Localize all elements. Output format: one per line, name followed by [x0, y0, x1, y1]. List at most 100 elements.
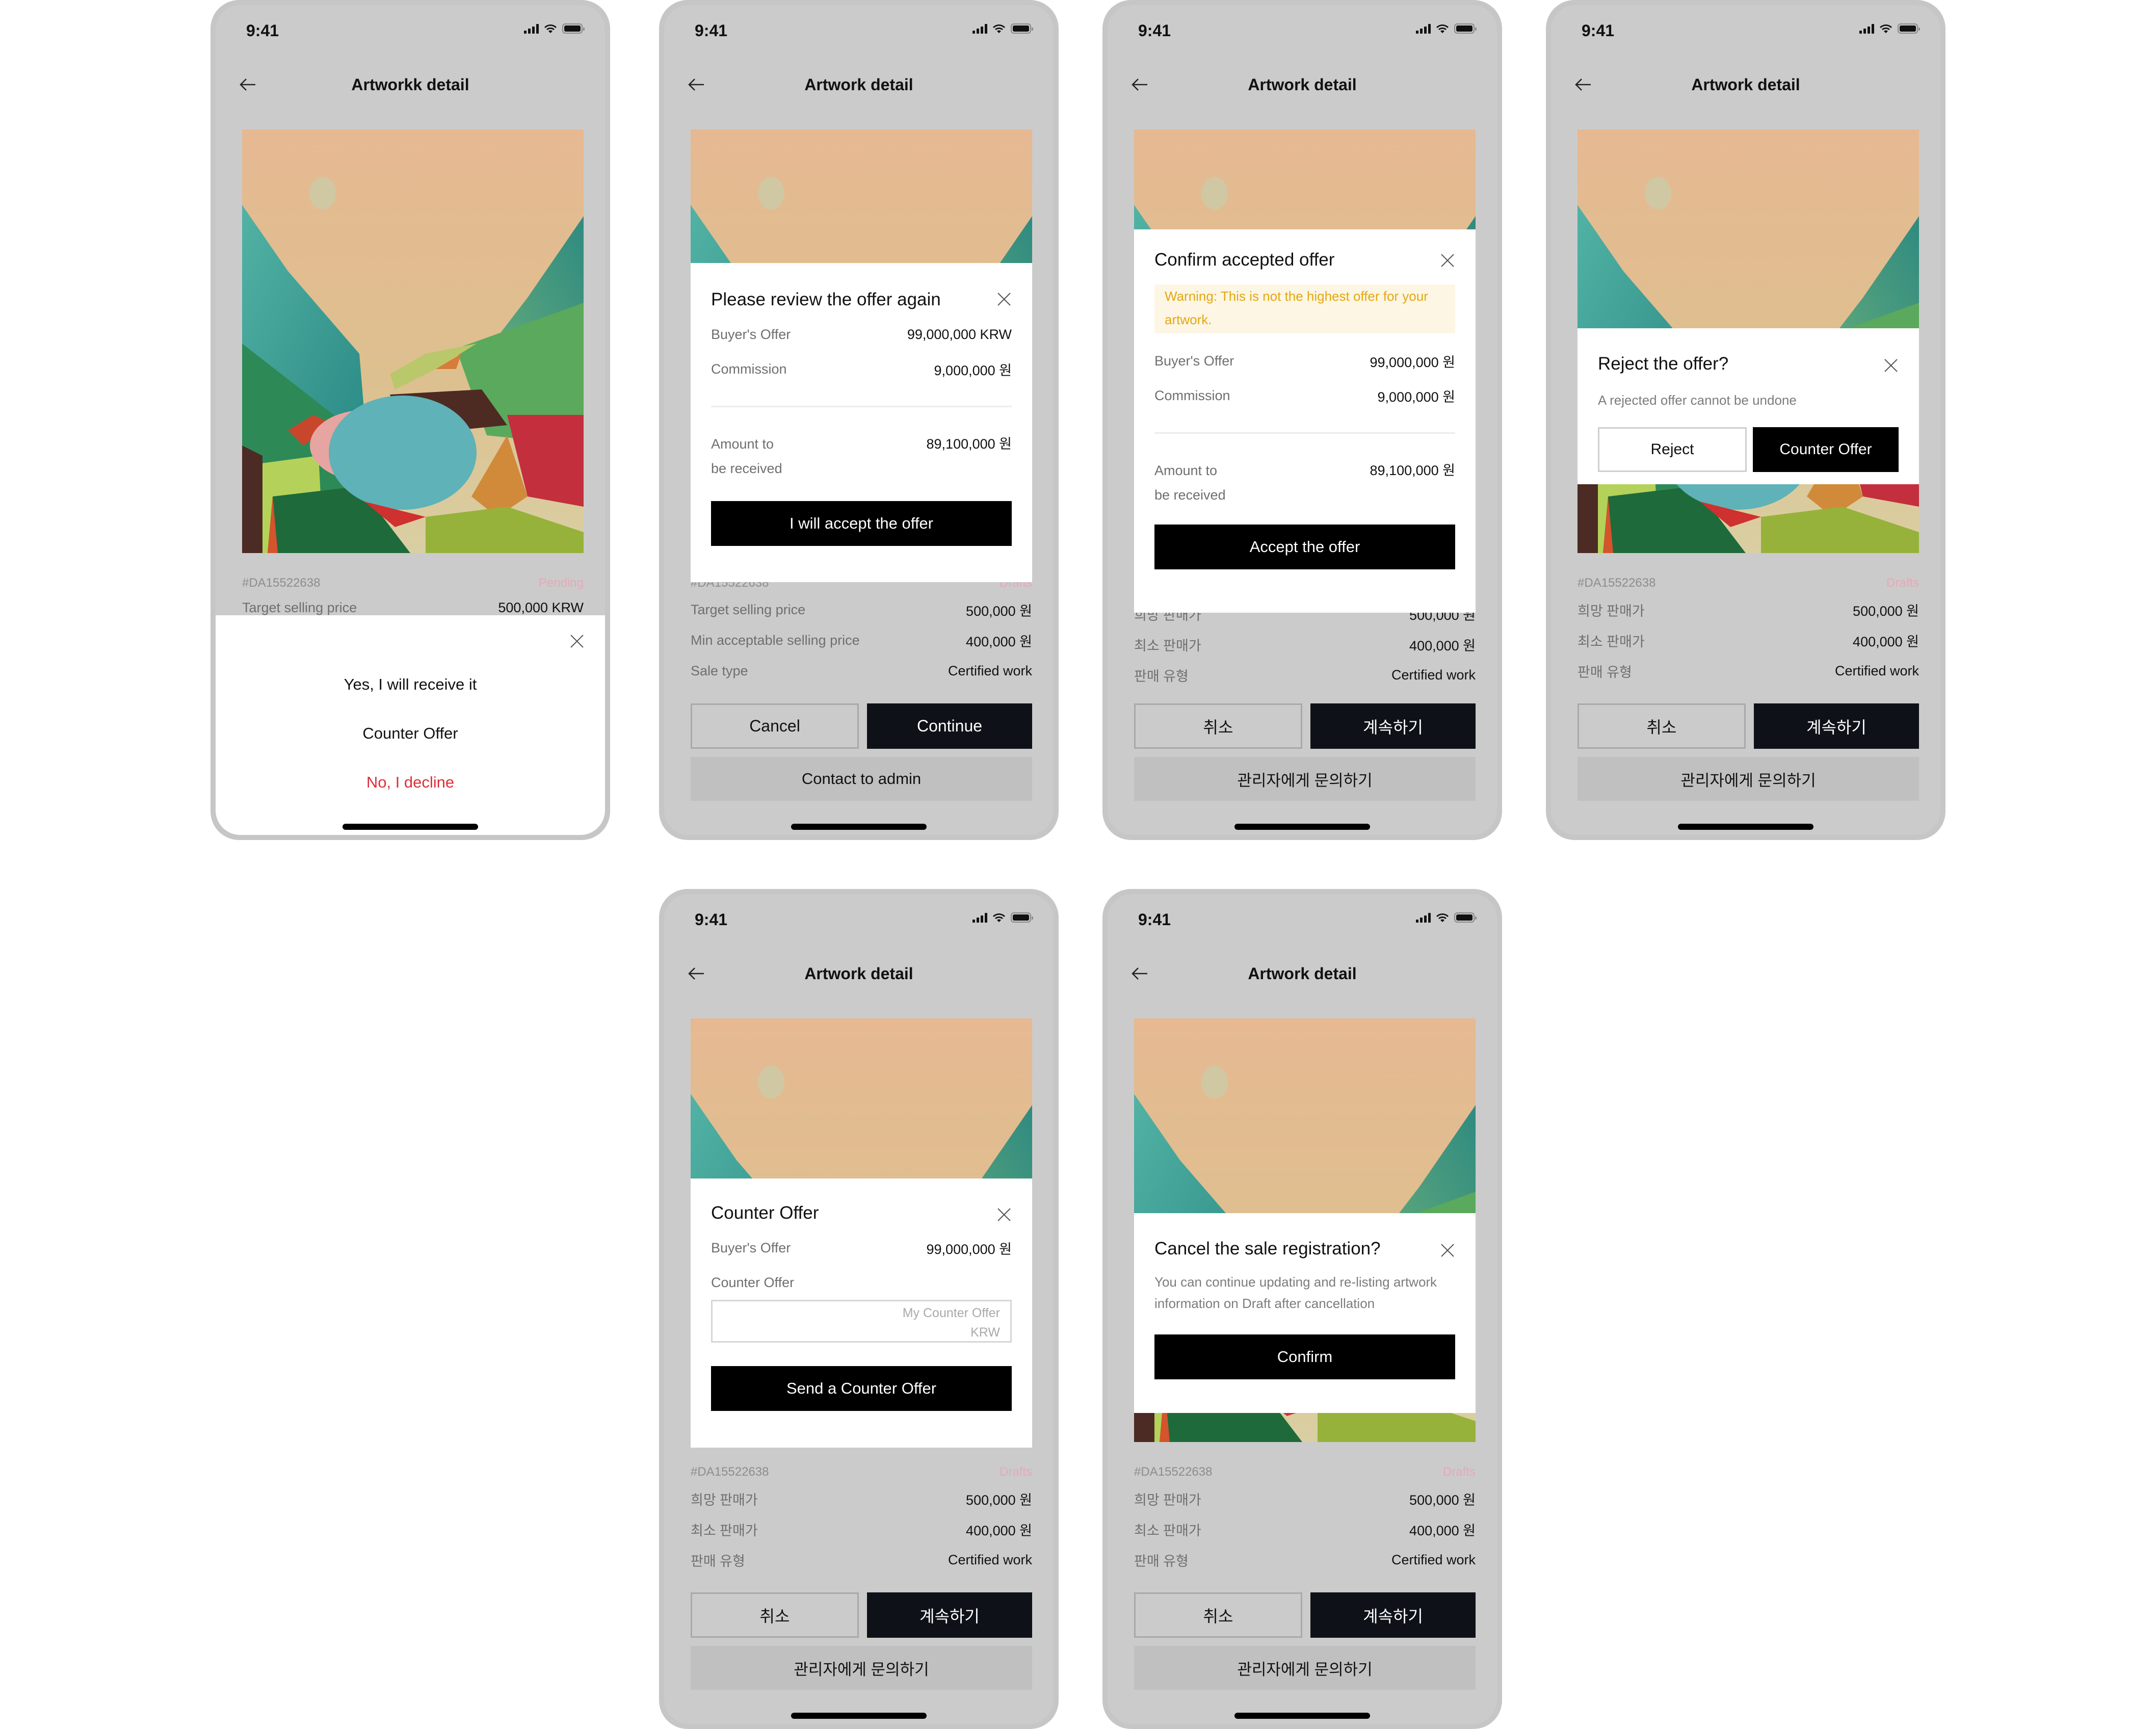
info-label: Sale type [691, 663, 748, 678]
artwork-info: #DA15522638 Drafts 희망 판매가 500,000 원 최소 판매가… [691, 1461, 1032, 1575]
close-icon[interactable] [996, 1207, 1012, 1222]
review-offer-modal: Please review the offer again Buyer's Of… [691, 263, 1032, 582]
amount-label: Amount to [1154, 463, 1218, 478]
status-badge: Drafts [1886, 576, 1919, 590]
counter-offer-input[interactable]: My Counter Offer KRW [711, 1300, 1012, 1343]
signal-icon [1416, 23, 1431, 34]
battery-icon [1011, 23, 1033, 34]
commission-value: 9,000,000 원 [1377, 389, 1455, 405]
phone-screen-cancel-registration: 9:41 Artwork detail #DA15522638 Drafts 희… [1102, 889, 1502, 1729]
info-value: 400,000 원 [1409, 1523, 1476, 1538]
contact-admin-button[interactable]: 관리자에게 문의하기 [691, 1646, 1032, 1690]
divider [1154, 432, 1455, 434]
status-time: 9:41 [246, 21, 279, 40]
status-badge: Pending [538, 576, 584, 590]
offer-value: 99,000,000 KRW [907, 326, 1012, 342]
signal-icon [1859, 23, 1874, 34]
artwork-image [242, 129, 584, 553]
page-title: Artwork detail [1248, 75, 1357, 94]
status-badge: Drafts [1442, 1465, 1476, 1479]
artwork-info: #DA15522638 Drafts 희망 판매가 500,000 원 최소 판매가… [1577, 572, 1919, 686]
modal-title: Please review the offer again [711, 290, 941, 309]
status-time: 9:41 [695, 21, 728, 40]
contact-admin-button[interactable]: 관리자에게 문의하기 [1134, 1646, 1476, 1690]
amount-label: Amount to [711, 436, 774, 452]
signal-icon [524, 23, 539, 34]
info-label: 희망 판매가 [1134, 1492, 1201, 1508]
counter-offer-option[interactable]: Counter Offer [216, 724, 605, 743]
close-icon[interactable] [996, 292, 1012, 307]
cancel-button[interactable]: 취소 [691, 1592, 859, 1638]
home-indicator [791, 1713, 927, 1719]
counter-offer-button[interactable]: Counter Offer [1753, 427, 1899, 472]
cancel-button[interactable]: 취소 [1134, 1592, 1302, 1638]
counter-offer-label: Counter Offer [711, 1274, 795, 1290]
info-label: 최소 판매가 [691, 1523, 758, 1538]
info-value: 500,000 원 [1409, 1492, 1476, 1508]
commission-value: 9,000,000 원 [934, 362, 1012, 378]
amount-label: be received [711, 461, 782, 476]
cancel-button[interactable]: Cancel [691, 703, 859, 749]
continue-button[interactable]: 계속하기 [1310, 1592, 1476, 1638]
accept-offer-option[interactable]: Yes, I will receive it [216, 675, 605, 694]
info-value: Certified work [1391, 1552, 1476, 1567]
close-icon[interactable] [1440, 253, 1455, 268]
modal-title: Counter Offer [711, 1203, 819, 1223]
contact-admin-button[interactable]: 관리자에게 문의하기 [1134, 757, 1476, 801]
artwork-info: #DA15522638 Drafts Target selling price 50… [691, 572, 1032, 686]
close-icon[interactable] [569, 634, 585, 649]
continue-button[interactable]: 계속하기 [867, 1592, 1032, 1638]
warning-banner: Warning: This is not the highest offer f… [1154, 284, 1455, 333]
info-label: Min acceptable selling price [691, 632, 860, 648]
offer-label: Buyer's Offer [1154, 353, 1234, 369]
info-value: 400,000 원 [966, 1523, 1032, 1538]
info-value: Certified work [1834, 663, 1919, 678]
info-value: 400,000 원 [1853, 634, 1919, 649]
phone-screen-confirm-accepted: 9:41 Artwork detail 희망 판매가 500,000 원 최소 … [1102, 0, 1502, 840]
info-value: 400,000 원 [966, 634, 1032, 649]
decline-offer-option[interactable]: No, I decline [216, 773, 605, 792]
continue-button[interactable]: 계속하기 [1310, 703, 1476, 749]
divider [711, 406, 1012, 407]
page-title: Artwork detail [1248, 964, 1357, 983]
signal-icon [972, 23, 987, 34]
reject-button[interactable]: Reject [1598, 427, 1747, 472]
cancel-button[interactable]: 취소 [1577, 703, 1746, 749]
status-icons [1859, 23, 1920, 34]
close-icon[interactable] [1440, 1243, 1455, 1258]
info-label: 최소 판매가 [1134, 1523, 1201, 1538]
info-value: 500,000 원 [1853, 603, 1919, 619]
accept-offer-button[interactable]: Accept the offer [1154, 525, 1455, 569]
commission-label: Commission [711, 361, 787, 377]
page-title: Artworkk detail [351, 75, 469, 94]
close-icon[interactable] [1883, 358, 1899, 373]
status-time: 9:41 [1138, 21, 1171, 40]
contact-admin-button[interactable]: Contact to admin [691, 757, 1032, 801]
info-value: Certified work [1391, 667, 1476, 683]
status-badge: Drafts [999, 1465, 1032, 1479]
counter-offer-placeholder: My Counter Offer [902, 1306, 1000, 1320]
info-label: Target selling price [242, 599, 357, 615]
contact-admin-button[interactable]: 관리자에게 문의하기 [1577, 757, 1919, 801]
phone-screen-offer-options: 9:41 Artworkk detail #DA15522638 Pending… [211, 0, 610, 840]
status-icons [1416, 23, 1477, 34]
confirm-button[interactable]: Confirm [1154, 1334, 1455, 1379]
counter-offer-modal: Counter Offer Buyer's Offer 99,000,000 원 … [691, 1178, 1032, 1448]
action-buttons: 취소 계속하기 [691, 1592, 1032, 1638]
action-buttons: Cancel Continue [691, 703, 1032, 749]
info-label: 판매 유형 [1134, 668, 1189, 684]
modal-title: Cancel the sale registration? [1154, 1239, 1381, 1259]
info-label: 판매 유형 [1577, 664, 1632, 680]
currency-unit: KRW [970, 1325, 1000, 1340]
cancel-button[interactable]: 취소 [1134, 703, 1302, 749]
battery-icon [1898, 23, 1920, 34]
wifi-icon [544, 24, 557, 33]
phone-screen-counter-offer: 9:41 Artwork detail #DA15522638 Drafts 희… [659, 889, 1059, 1729]
continue-button[interactable]: Continue [867, 703, 1032, 749]
continue-button[interactable]: 계속하기 [1754, 703, 1919, 749]
accept-offer-button[interactable]: I will accept the offer [711, 501, 1012, 546]
page-title: Artwork detail [804, 75, 913, 94]
send-counter-offer-button[interactable]: Send a Counter Offer [711, 1366, 1012, 1411]
reject-offer-modal: Reject the offer? A rejected offer canno… [1577, 328, 1919, 484]
action-buttons: 취소 계속하기 [1577, 703, 1919, 749]
